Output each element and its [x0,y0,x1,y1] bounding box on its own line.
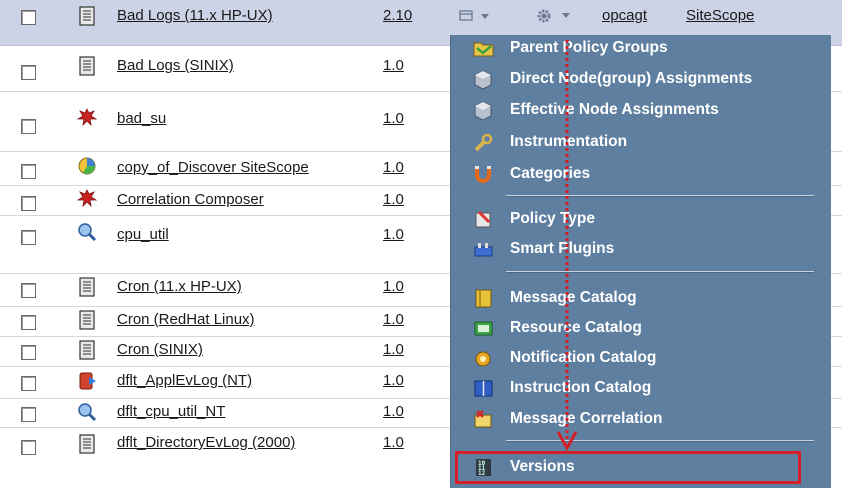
row-checkbox[interactable] [21,119,36,134]
row-checkbox[interactable] [21,315,36,330]
windows-log-policy-icon [79,372,96,390]
document-icon [79,6,95,26]
menu-item-resource-catalog[interactable]: Resource Catalog [451,315,831,343]
row-checkbox[interactable] [21,407,36,422]
context-menu: Parent Policy Groups Direct Node(group) … [450,35,831,488]
policy-name-link[interactable]: dflt_DirectoryEvLog (2000) [117,434,295,451]
policy-name-link[interactable]: bad_su [117,110,166,127]
policy-version-link[interactable]: 1.0 [383,341,404,358]
policy-name-link[interactable]: Correlation Composer [117,191,264,208]
event-policy-icon [77,189,97,208]
menu-item-categories[interactable]: Categories [451,161,831,189]
policy-name-link[interactable]: Cron (11.x HP-UX) [117,278,242,295]
annotation-highlight-box [455,451,801,484]
monitor-policy-icon [78,403,97,422]
row-checkbox[interactable] [21,283,36,298]
window-menu-icon[interactable] [459,9,493,23]
policy-name-link[interactable]: cpu_util [117,226,169,243]
row-checkbox[interactable] [21,10,36,25]
row-checkbox[interactable] [21,440,36,455]
policy-version-link[interactable]: 1.0 [383,191,404,208]
menu-item-message-correlation[interactable]: Message Correlation [451,406,831,434]
menu-item-parent-policy-groups[interactable]: Parent Policy Groups [451,35,831,63]
document-icon [79,277,95,297]
resource-catalog-icon [474,321,493,336]
row-checkbox[interactable] [21,345,36,360]
monitor-policy-icon [78,223,97,242]
policy-version-link[interactable]: 2.10 [383,7,412,24]
event-policy-icon [77,108,97,127]
policy-name-link[interactable]: Bad Logs (11.x HP-UX) [117,7,273,24]
row-checkbox[interactable] [21,196,36,211]
document-icon [79,56,95,76]
menu-item-direct-node-assignments[interactable]: Direct Node(group) Assignments [451,66,831,94]
policy-type-icon [475,210,491,228]
policy-name-link[interactable]: copy_of_Discover SiteScope [117,159,309,176]
document-icon [79,340,95,360]
message-catalog-icon [475,289,492,308]
menu-item-effective-node-assignments[interactable]: Effective Node Assignments [451,97,831,125]
policy-version-link[interactable]: 1.0 [383,372,404,389]
policy-name-link[interactable]: Bad Logs (SINIX) [117,57,234,74]
correlation-icon [474,410,492,428]
menu-item-policy-type[interactable]: Policy Type [451,206,831,234]
policy-name-link[interactable]: dflt_ApplEvLog (NT) [117,372,252,389]
menu-item-instruction-catalog[interactable]: Instruction Catalog [451,375,831,403]
menu-item-message-catalog[interactable]: Message Catalog [451,285,831,313]
annotation-arrow [556,40,578,452]
policy-name-link[interactable]: Cron (SINIX) [117,341,203,358]
menu-item-smart-plugins[interactable]: Smart Plugins [451,236,831,264]
policy-version-link[interactable]: 1.0 [383,226,404,243]
policy-version-link[interactable]: 1.0 [383,403,404,420]
document-icon [79,434,95,454]
policy-version-link[interactable]: 1.0 [383,110,404,127]
policy-version-link[interactable]: 1.0 [383,311,404,328]
policy-version-link[interactable]: 1.0 [383,159,404,176]
policy-version-link[interactable]: 1.0 [383,434,404,451]
row-checkbox[interactable] [21,65,36,80]
gear-menu-icon[interactable] [536,8,580,24]
policy-version-link[interactable]: 1.0 [383,278,404,295]
policy-version-link[interactable]: 1.0 [383,57,404,74]
wrench-icon [474,133,493,152]
folder-group-icon [473,42,494,57]
menu-item-instrumentation[interactable]: Instrumentation [451,129,831,157]
owner-link[interactable]: opcagt [602,7,647,24]
policy-name-link[interactable]: dflt_cpu_util_NT [117,403,225,420]
policy-name-link[interactable]: Cron (RedHat Linux) [117,311,255,328]
notification-icon [475,351,491,367]
row-checkbox[interactable] [21,376,36,391]
row-checkbox[interactable] [21,230,36,245]
discovery-policy-icon [78,157,96,175]
node-cube-icon [474,70,492,90]
type-link[interactable]: SiteScope [686,7,754,24]
magnet-icon [475,166,491,183]
node-cube-icon [474,101,492,121]
smart-plugin-icon [474,243,493,257]
instruction-book-icon [474,380,493,397]
menu-item-notification-catalog[interactable]: Notification Catalog [451,345,831,373]
row-checkbox[interactable] [21,164,36,179]
document-icon [79,310,95,330]
